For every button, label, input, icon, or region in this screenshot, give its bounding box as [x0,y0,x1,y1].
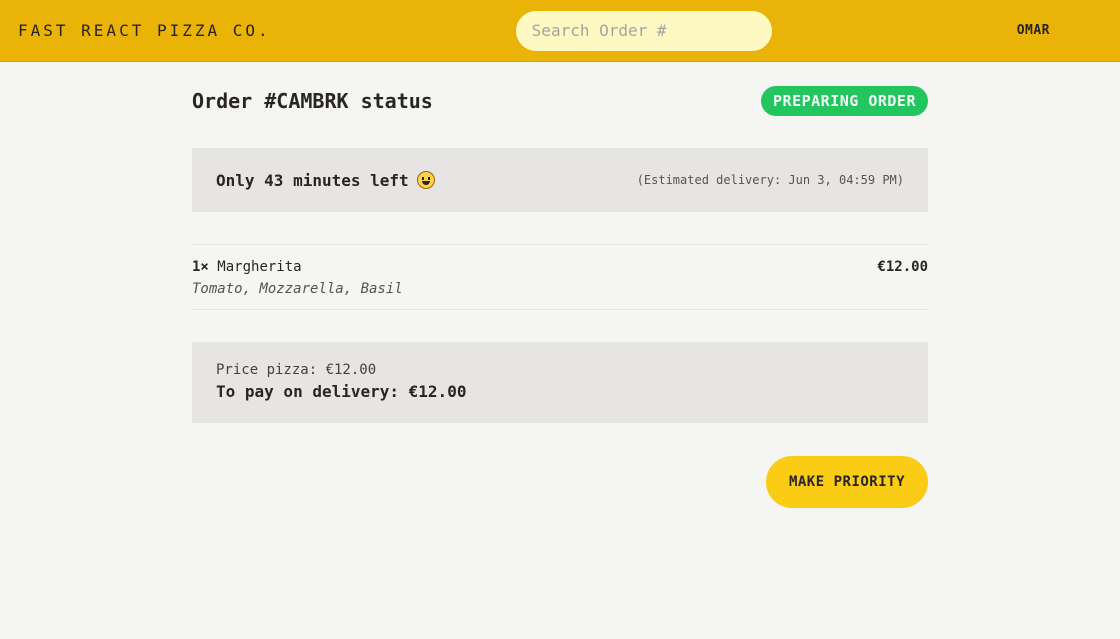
to-pay-on-delivery: To pay on delivery: €12.00 [216,382,467,401]
time-left: Only 43 minutes left [216,171,435,190]
price-summary-panel: Price pizza: €12.00 To pay on delivery: … [192,342,928,423]
item-name-line: 1× Margherita [192,259,302,275]
app-header: FAST REACT PIZZA CO. OMAR [0,0,1120,62]
item-price: €12.00 [877,259,928,275]
price-pizza: Price pizza: €12.00 [216,362,377,378]
page-title: Order #CAMBRK status [192,89,433,113]
smiley-emoji-icon [416,171,435,189]
order-actions: MAKE PRIORITY [192,456,928,508]
logo-link[interactable]: FAST REACT PIZZA CO. [18,21,271,40]
item-ingredients: Tomato, Mozzarella, Basil [192,281,403,297]
estimated-delivery: (Estimated delivery: Jun 3, 04:59 PM) [636,173,904,187]
item-name: Margherita [217,259,302,275]
order-title-row: Order #CAMBRK status PREPARING ORDER [192,86,928,116]
item-row: 1× Margherita €12.00 [192,259,928,275]
order-items-list: 1× Margherita €12.00 Tomato, Mozzarella,… [192,244,928,310]
time-left-text: Only 43 minutes left [216,170,409,190]
list-item: 1× Margherita €12.00 Tomato, Mozzarella,… [192,245,928,309]
order-page: Order #CAMBRK status PREPARING ORDER Onl… [192,62,928,508]
make-priority-button[interactable]: MAKE PRIORITY [766,456,928,508]
username: OMAR [1016,23,1050,38]
delivery-eta-panel: Only 43 minutes left (Estimated delivery… [192,148,928,212]
search-order-input[interactable] [515,10,772,51]
item-quantity: 1× [192,259,209,275]
status-badge: PREPARING ORDER [761,86,928,116]
